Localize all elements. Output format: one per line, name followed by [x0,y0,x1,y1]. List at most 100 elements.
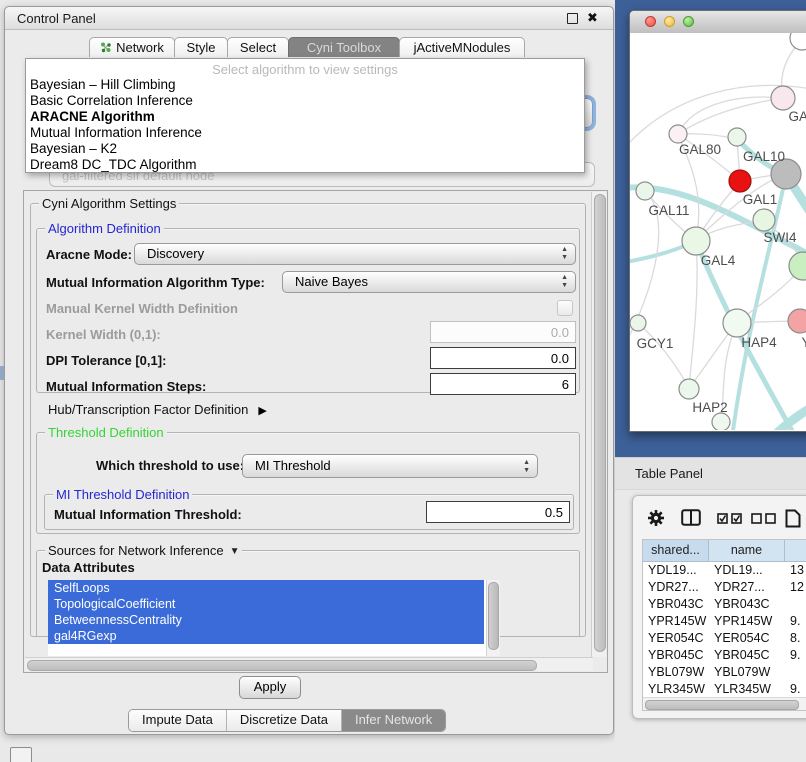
table-horizontal-scrollbar[interactable] [643,697,806,710]
manual-kernel-checkbox[interactable] [557,300,573,316]
table-cell[interactable]: YER054C [709,630,785,647]
table-cell[interactable]: YBL079W [709,664,785,681]
table-row[interactable]: YLR345WYLR345W9. [643,681,806,698]
column-header-partial[interactable] [785,540,806,562]
table-hscrollbar-thumb[interactable] [645,700,799,710]
node-gal4[interactable] [682,227,710,255]
algorithm-option[interactable]: ARACNE Algorithm [26,109,584,125]
settings-horizontal-scrollbar[interactable] [25,657,593,671]
attributes-scrollbar[interactable] [486,580,500,656]
select-all-checkboxes-icon[interactable] [717,513,743,524]
network-window-titlebar[interactable] [630,11,806,34]
mi-steps-field[interactable] [430,373,576,395]
settings-vscrollbar-thumb[interactable] [594,194,606,652]
algorithm-option[interactable]: Mutual Information Inference [26,125,584,141]
table-cell[interactable]: YLR345W [709,681,785,698]
node-red[interactable] [729,170,751,192]
apply-button[interactable]: Apply [239,676,301,699]
table-row[interactable]: YBL079WYBL079W [643,664,806,681]
algorithm-option[interactable]: Bayesian – K2 [26,141,584,157]
column-header-name[interactable]: name [709,540,785,562]
settings-hscrollbar-thumb[interactable] [27,660,537,671]
tab-network[interactable]: Network [89,37,175,57]
node-pink-right[interactable] [788,309,806,333]
split-columns-icon[interactable] [681,509,701,526]
table-cell[interactable]: 9. [785,613,806,630]
close-traffic-light[interactable] [645,16,656,27]
network-canvas[interactable]: GALGAL80GAL10GAL1GAL11SWI4GAL4GCY1HAP4YH… [630,33,806,430]
table-panel-header[interactable]: Table Panel [615,457,806,490]
table-row[interactable]: YBR043CYBR043C [643,596,806,613]
node-gal11[interactable] [636,182,654,200]
tab-cyni-toolbox[interactable]: Cyni Toolbox [288,37,400,57]
attribute-list-item[interactable]: gal4RGexp [48,628,484,644]
node-swi4[interactable] [789,252,806,280]
attribute-list-item[interactable]: TopologicalCoefficient [48,596,484,612]
algorithm-option[interactable]: Basic Correlation Inference [26,93,584,109]
table-cell[interactable]: 9. [785,647,806,664]
settings-vertical-scrollbar[interactable] [591,192,606,657]
data-attributes-list[interactable]: SelfLoopsTopologicalCoefficientBetweenne… [48,580,500,656]
zoom-traffic-light[interactable] [683,16,694,27]
table-cell[interactable]: YBR043C [709,596,785,613]
table-cell[interactable]: YLR345W [643,681,709,698]
which-threshold-combobox[interactable]: MI Threshold ▲▼ [242,454,538,478]
attribute-list-item[interactable]: BetweennessCentrality [48,612,484,628]
table-cell[interactable]: YBR045C [643,647,709,664]
mi-threshold-field[interactable] [426,501,570,523]
table-row[interactable]: YPR145WYPR145W9. [643,613,806,630]
table-cell[interactable]: YBR043C [643,596,709,613]
tab-infer-network[interactable]: Infer Network [342,710,445,731]
node-gal80[interactable] [669,125,687,143]
table-cell[interactable]: YDL19... [709,562,785,579]
deselect-all-checkboxes-icon[interactable] [751,513,777,524]
node-gal1[interactable] [753,209,775,231]
table-row[interactable]: YBR045CYBR045C9. [643,647,806,664]
algorithm-option[interactable]: Bayesian – Hill Climbing [26,77,584,93]
table-cell[interactable]: YBL079W [643,664,709,681]
table-cell[interactable]: 9. [785,681,806,698]
algorithm-option[interactable]: Dream8 DC_TDC Algorithm [26,157,584,173]
node-gal-pink[interactable] [771,86,795,110]
table-row[interactable]: YER054CYER054C8. [643,630,806,647]
table-cell[interactable]: YPR145W [709,613,785,630]
tab-jactivemnodules[interactable]: jActiveMNodules [399,37,525,57]
node-top[interactable] [790,33,806,50]
table-row[interactable]: YDR27...YDR27...12 [643,579,806,596]
minimized-panel-icon[interactable] [10,747,32,762]
kernel-width-field[interactable] [430,321,576,343]
table-cell[interactable] [785,596,806,613]
table-cell[interactable]: YDR27... [709,579,785,596]
attributes-scrollbar-thumb[interactable] [488,582,499,650]
table-cell[interactable]: 12 [785,579,806,596]
float-window-icon[interactable] [567,13,578,24]
document-icon[interactable] [785,509,801,528]
expanded-arrow-icon[interactable]: ▼ [230,544,240,559]
gear-icon[interactable] [647,509,665,527]
attribute-list-item[interactable]: SelfLoops [48,580,484,596]
table-cell[interactable] [785,664,806,681]
node-gcy1[interactable] [630,315,646,331]
table-cell[interactable]: YDL19... [643,562,709,579]
close-icon[interactable]: ✖ [587,9,598,27]
aracne-mode-combobox[interactable]: Discovery ▲▼ [134,243,576,265]
column-header-sharedname[interactable]: shared... [643,540,709,562]
node-bottom[interactable] [712,413,730,430]
minimize-traffic-light[interactable] [664,16,675,27]
tab-select[interactable]: Select [227,37,289,57]
tab-impute-data[interactable]: Impute Data [129,710,227,731]
table-cell[interactable]: YDR27... [643,579,709,596]
mi-type-combobox[interactable]: Naive Bayes ▲▼ [282,271,576,293]
dpi-tolerance-field[interactable] [430,347,576,369]
table-cell[interactable]: 13 [785,562,806,579]
control-panel-titlebar[interactable]: Control Panel ✖ [5,7,613,30]
table-cell[interactable]: 8. [785,630,806,647]
node-hap2[interactable] [679,379,699,399]
hub-definition-toggle[interactable]: Hub/Transcription Factor Definition▶ [48,402,267,417]
table-cell[interactable]: YBR045C [709,647,785,664]
tab-style[interactable]: Style [174,37,228,57]
table-cell[interactable]: YER054C [643,630,709,647]
node-gal10-small[interactable] [728,128,746,146]
splitter-grip[interactable] [0,366,4,380]
table-row[interactable]: YDL19...YDL19...13 [643,562,806,579]
